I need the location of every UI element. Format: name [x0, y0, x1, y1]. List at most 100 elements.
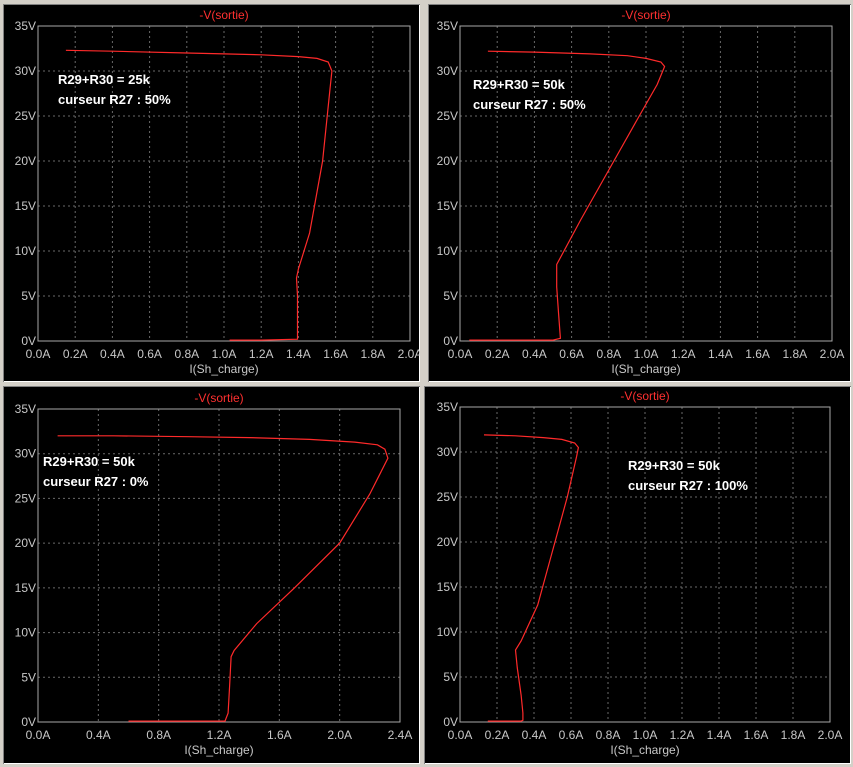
chart-top-left-x-tick-label: 0.6A: [137, 347, 162, 361]
chart-top-left-x-axis-label: I(Sh_charge): [189, 362, 258, 376]
chart-bottom-right-y-tick-label: 5V: [443, 670, 458, 684]
chart-bottom-right-x-tick-label: 2.0A: [818, 728, 843, 742]
chart-bottom-right-title: -V(sortie): [620, 389, 669, 403]
chart-top-right-x-tick-label: 0.2A: [485, 347, 510, 361]
chart-bottom-right-y-tick-label: 30V: [437, 445, 458, 459]
chart-top-right-x-tick-label: 0.4A: [522, 347, 547, 361]
chart-bottom-right-x-tick-label: 0.4A: [522, 728, 547, 742]
chart-top-right-x-tick-label: 0.0A: [448, 347, 473, 361]
chart-bottom-left-y-tick-label: 0V: [21, 715, 36, 729]
chart-bottom-left-y-tick-label: 5V: [21, 670, 36, 684]
chart-bottom-right-annotation: R29+R30 = 50k: [628, 458, 721, 473]
chart-bottom-right-x-tick-label: 0.8A: [596, 728, 621, 742]
chart-top-left-x-tick-label: 1.0A: [212, 347, 237, 361]
chart-top-right-y-tick-label: 25V: [437, 109, 458, 123]
chart-bottom-right-annotation: curseur R27 : 100%: [628, 478, 748, 493]
chart-bottom-right-y-tick-label: 0V: [443, 715, 458, 729]
chart-top-left-y-tick-label: 5V: [21, 289, 36, 303]
chart-bottom-left-x-tick-label: 1.6A: [267, 728, 292, 742]
chart-top-left-x-tick-label: 2.0A: [398, 347, 420, 361]
chart-top-right-series-line: [469, 50, 666, 341]
chart-panel-top-left: -V(sortie) 0.0A 0.2A 0.4A 0.6A 0.8A 1.0A 1.2A 1.…: [3, 4, 420, 382]
chart-bottom-right-x-tick-label: 0.6A: [559, 728, 584, 742]
chart-top-right-x-tick-label: 1.0A: [634, 347, 659, 361]
chart-top-left-x-tick-label: 1.4A: [286, 347, 311, 361]
chart-top-right-x-tick-label: 1.8A: [782, 347, 807, 361]
chart-top-left-x-tick-label: 0.2A: [63, 347, 88, 361]
chart-top-right-y-tick-label: 10V: [437, 244, 458, 258]
chart-bottom-left-x-tick-label: 2.0A: [327, 728, 352, 742]
chart-top-left-annotation: R29+R30 = 25k: [58, 72, 151, 87]
chart-top-right-y-tick-label: 15V: [437, 199, 458, 213]
chart-bottom-left-x-tick-label: 2.4A: [388, 728, 413, 742]
chart-bottom-right-y-tick-label: 20V: [437, 535, 458, 549]
chart-panel-bottom-right: -V(sortie) 0.0A 0.2A 0.4A 0.6A 0.8A 1.0A 1.2A 1.…: [424, 386, 851, 764]
chart-panel-top-right: -V(sortie) 0.0A 0.2A 0.4A 0.6A 0.8A 1.0A 1.2A 1.…: [428, 4, 851, 382]
chart-top-right-x-axis-label: I(Sh_charge): [611, 362, 680, 376]
chart-bottom-right-series-line: [483, 434, 580, 722]
chart-bottom-right-x-tick-label: 1.2A: [670, 728, 695, 742]
chart-bottom-left-annotation: curseur R27 : 0%: [43, 474, 149, 489]
chart-bottom-left-x-tick-label: 0.4A: [86, 728, 111, 742]
chart-top-left-title: -V(sortie): [199, 8, 248, 22]
chart-top-left-x-tick-label: 0.0A: [26, 347, 51, 361]
chart-bottom-right-x-tick-label: 1.0A: [633, 728, 658, 742]
chart-top-right-x-tick-label: 1.2A: [671, 347, 696, 361]
chart-top-left-x-tick-label: 0.4A: [100, 347, 125, 361]
chart-top-left-x-tick-label: 1.6A: [323, 347, 348, 361]
chart-bottom-right-x-tick-label: 0.2A: [485, 728, 510, 742]
chart-top-right-x-tick-label: 1.4A: [708, 347, 733, 361]
chart-top-right-x-tick-label: 0.8A: [596, 347, 621, 361]
chart-top-left-y-tick-label: 30V: [15, 64, 36, 78]
chart-top-left-y-tick-label: 35V: [15, 19, 36, 33]
chart-bottom-right-y-tick-label: 15V: [437, 580, 458, 594]
chart-top-right-y-tick-label: 20V: [437, 154, 458, 168]
chart-top-left-x-tick-label: 1.8A: [360, 347, 385, 361]
chart-bottom-left-x-tick-label: 1.2A: [207, 728, 232, 742]
chart-panel-bottom-left: -V(sortie) 0.0A 0.4A 0.8A 1.2A 1.6A 2.0A 2.4A 0V…: [3, 386, 420, 764]
chart-top-left-y-tick-label: 0V: [21, 334, 36, 348]
chart-bottom-right-y-tick-label: 10V: [437, 625, 458, 639]
chart-top-left-svg: -V(sortie) 0.0A 0.2A 0.4A 0.6A 0.8A 1.0A 1.2A 1.…: [15, 8, 420, 376]
chart-top-right-plot-frame: [459, 25, 833, 342]
chart-bottom-left-x-tick-label: 0.8A: [146, 728, 171, 742]
chart-bottom-left-y-tick-label: 35V: [15, 402, 36, 416]
chart-top-left-annotation: curseur R27 : 50%: [58, 92, 171, 107]
chart-top-right-title: -V(sortie): [621, 8, 670, 22]
chart-bottom-left-svg: -V(sortie) 0.0A 0.4A 0.8A 1.2A 1.6A 2.0A 2.4A 0V…: [15, 391, 413, 757]
chart-bottom-left-x-axis-label: I(Sh_charge): [184, 743, 253, 757]
chart-bottom-left-y-tick-label: 25V: [15, 491, 36, 505]
chart-top-right-y-tick-label: 5V: [443, 289, 458, 303]
chart-top-left-x-tick-label: 1.2A: [249, 347, 274, 361]
chart-top-right-x-tick-label: 2.0A: [820, 347, 845, 361]
chart-top-right-y-tick-label: 0V: [443, 334, 458, 348]
chart-bottom-left-x-tick-label: 0.0A: [26, 728, 51, 742]
chart-bottom-right-x-axis-label: I(Sh_charge): [610, 743, 679, 757]
chart-top-right-annotation: curseur R27 : 50%: [473, 97, 586, 112]
chart-bottom-left-title: -V(sortie): [194, 391, 243, 405]
chart-bottom-right-x-tick-label: 0.0A: [448, 728, 473, 742]
chart-top-right-x-tick-label: 1.6A: [745, 347, 770, 361]
chart-top-right-svg: -V(sortie) 0.0A 0.2A 0.4A 0.6A 0.8A 1.0A 1.2A 1.…: [437, 8, 845, 376]
chart-bottom-right-x-tick-label: 1.4A: [707, 728, 732, 742]
chart-top-right-annotation: R29+R30 = 50k: [473, 77, 566, 92]
chart-bottom-right-y-tick-label: 35V: [437, 400, 458, 414]
chart-bottom-right-x-tick-label: 1.6A: [744, 728, 769, 742]
chart-bottom-left-y-tick-label: 10V: [15, 626, 36, 640]
chart-bottom-right-svg: -V(sortie) 0.0A 0.2A 0.4A 0.6A 0.8A 1.0A 1.2A 1.…: [437, 389, 843, 757]
chart-top-left-x-tick-label: 0.8A: [174, 347, 199, 361]
chart-top-right-y-tick-label: 30V: [437, 64, 458, 78]
chart-bottom-right-plot-frame: [459, 406, 831, 723]
chart-bottom-left-y-tick-label: 15V: [15, 581, 36, 595]
chart-top-right-x-tick-label: 0.6A: [559, 347, 584, 361]
chart-top-left-y-tick-label: 20V: [15, 154, 36, 168]
chart-bottom-left-y-tick-label: 30V: [15, 447, 36, 461]
chart-top-right-y-tick-label: 35V: [437, 19, 458, 33]
chart-bottom-left-annotation: R29+R30 = 50k: [43, 454, 136, 469]
chart-top-left-y-tick-label: 25V: [15, 109, 36, 123]
chart-bottom-right-y-tick-label: 25V: [437, 490, 458, 504]
chart-top-left-y-tick-label: 10V: [15, 244, 36, 258]
chart-top-left-y-tick-label: 15V: [15, 199, 36, 213]
chart-bottom-left-y-tick-label: 20V: [15, 536, 36, 550]
chart-bottom-right-x-tick-label: 1.8A: [781, 728, 806, 742]
